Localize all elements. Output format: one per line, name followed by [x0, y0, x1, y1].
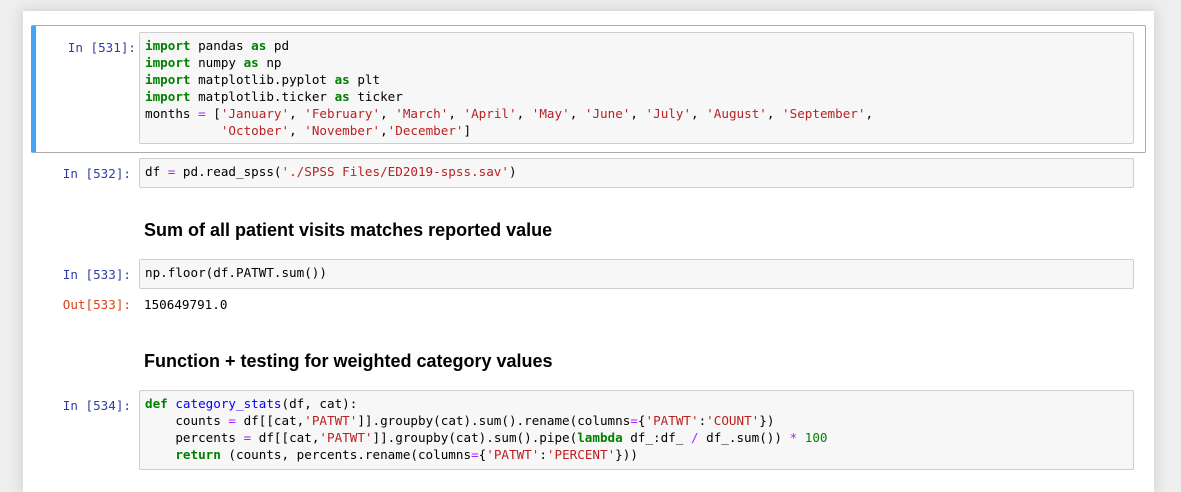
- code-line: percents = df[[cat,'PATWT']].groupby(cat…: [145, 430, 828, 445]
- input-prompt: In [534]:: [62, 398, 131, 413]
- code-line: np.floor(df.PATWT.sum()): [145, 265, 327, 280]
- input-prompt: In [532]:: [62, 166, 131, 181]
- output-text: 150649791.0: [144, 297, 228, 312]
- code-line: import matplotlib.pyplot as plt: [145, 72, 381, 87]
- input-prompt: In [533]:: [62, 267, 131, 282]
- code-line: import pandas as pd: [145, 38, 290, 53]
- code-cell-532[interactable]: In [532]: df = pd.read_spss('./SPSS File…: [31, 156, 1146, 192]
- markdown-heading: Function + testing for weighted category…: [144, 351, 553, 371]
- code-editor[interactable]: df = pd.read_spss('./SPSS Files/ED2019-s…: [139, 158, 1134, 188]
- code-cell-531[interactable]: In [531]: import pandas as pd import num…: [31, 25, 1146, 153]
- code-editor[interactable]: def category_stats(df, cat): counts = df…: [139, 390, 1134, 470]
- code-line: months = ['January', 'February', 'March'…: [145, 106, 874, 121]
- code-cell-534[interactable]: In [534]: def category_stats(df, cat): c…: [31, 388, 1146, 472]
- code-editor[interactable]: import pandas as pd import numpy as np i…: [139, 32, 1134, 144]
- code-line: import matplotlib.ticker as ticker: [145, 89, 403, 104]
- code-editor[interactable]: np.floor(df.PATWT.sum()): [139, 259, 1134, 289]
- input-prompt: In [531]:: [67, 40, 136, 55]
- notebook-container: In [531]: import pandas as pd import num…: [23, 11, 1154, 492]
- code-cell-533[interactable]: In [533]: np.floor(df.PATWT.sum()) Out[5…: [31, 257, 1146, 317]
- code-line: 'October', 'November','December']: [220, 123, 472, 138]
- code-line: return (counts, percents.rename(columns=…: [175, 447, 638, 462]
- code-line: import numpy as np: [145, 55, 282, 70]
- output-prompt: Out[533]:: [62, 297, 131, 312]
- code-line: counts = df[[cat,'PATWT']].groupby(cat).…: [145, 413, 775, 428]
- markdown-heading: Sum of all patient visits matches report…: [144, 220, 553, 240]
- code-line: df = pd.read_spss('./SPSS Files/ED2019-s…: [145, 164, 517, 179]
- code-line: def category_stats(df, cat):: [145, 396, 358, 411]
